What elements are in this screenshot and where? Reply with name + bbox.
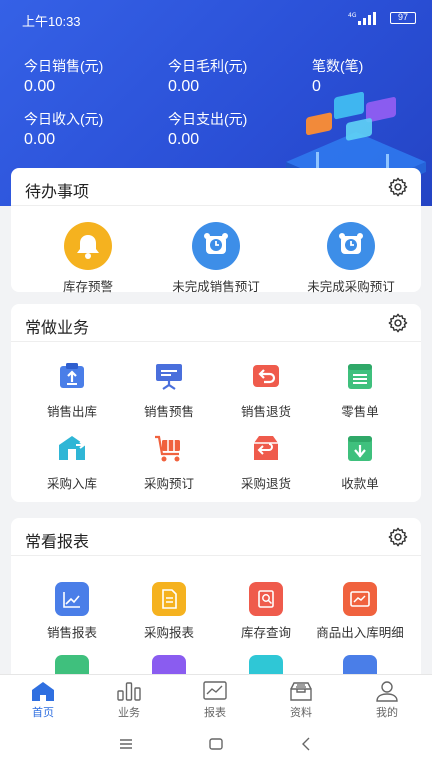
stat-value: 0.00 [168, 131, 200, 148]
business-purchase-return[interactable]: 采购退货 [226, 432, 306, 492]
alarm-clock-icon [327, 222, 375, 270]
todo-unfinished-sales-order[interactable]: 未完成销售预订 [166, 222, 266, 295]
reports-card-header: 常看报表 [11, 518, 421, 556]
report-item-label: 采购报表 [143, 626, 194, 640]
stat-today-sales[interactable]: 今日销售(元) 0.00 [24, 56, 103, 96]
battery-icon: 97 [390, 12, 416, 24]
business-item-label: 销售退货 [240, 405, 291, 419]
gear-icon[interactable] [387, 312, 409, 334]
line-chart-icon [55, 582, 89, 616]
report-icon [203, 681, 227, 700]
todo-unfinished-purchase-order[interactable]: 未完成采购预订 [296, 222, 406, 295]
stock-search-icon [249, 582, 283, 616]
home-square-icon[interactable] [208, 736, 224, 752]
cart-icon [129, 432, 209, 467]
retail-list-icon [320, 360, 400, 395]
signal-icon: 4G [348, 11, 382, 28]
receipt-icon [320, 432, 400, 467]
warehouse-in-icon [32, 432, 112, 467]
tab-label: 业务 [118, 707, 140, 719]
tab-label: 资料 [290, 707, 312, 719]
stat-count[interactable]: 笔数(笔) 0 [312, 56, 363, 96]
tab-label: 我的 [376, 707, 398, 719]
todo-stock-warning[interactable]: 库存预警 [48, 222, 128, 295]
business-item-label: 销售预售 [143, 405, 194, 419]
stat-today-expense[interactable]: 今日支出(元) 0.00 [168, 109, 247, 149]
bell-icon [64, 222, 112, 270]
tab-business[interactable]: 业务 [86, 675, 172, 723]
business-receipt[interactable]: 收款单 [320, 432, 400, 492]
status-time: 上午10:33 [22, 14, 81, 29]
stat-value: 0.00 [24, 78, 56, 95]
document-icon [152, 582, 186, 616]
outbound-icon [32, 360, 112, 395]
inbox-icon [290, 682, 312, 701]
todo-item-label: 未完成销售预订 [172, 280, 260, 294]
todo-card: 待办事项 库存预警 未完成销售预订 未完成采购预订 [11, 168, 421, 295]
tab-data[interactable]: 资料 [258, 675, 344, 723]
todo-card-title: 待办事项 [25, 184, 90, 201]
alarm-clock-icon [192, 222, 240, 270]
business-sales-return[interactable]: 销售退货 [226, 360, 306, 420]
business-retail-order[interactable]: 零售单 [320, 360, 400, 420]
tab-label: 报表 [204, 707, 226, 719]
business-item-label: 零售单 [341, 405, 379, 419]
report-item-label: 商品出入库明细 [316, 626, 404, 640]
business-item-label: 收款单 [341, 477, 379, 491]
stat-value: 0.00 [168, 78, 200, 95]
business-sales-presale[interactable]: 销售预售 [129, 360, 209, 420]
stat-label: 今日收入(元) [24, 111, 104, 127]
business-card: 常做业务 销售出库 销售预售 销售退货 零售单 采购入库 采购预订 采购退货 收… [11, 304, 421, 502]
bar-chart-icon [117, 682, 141, 701]
report-sales[interactable]: 销售报表 [32, 582, 112, 641]
reports-card-title: 常看报表 [25, 534, 90, 551]
system-navigation-bar [0, 722, 432, 768]
gear-icon[interactable] [387, 176, 409, 198]
bottom-tab-bar: 首页 业务 报表 资料 我的 [0, 674, 432, 722]
stat-today-income[interactable]: 今日收入(元) 0.00 [24, 109, 103, 149]
tab-reports[interactable]: 报表 [172, 675, 258, 723]
report-item-label: 销售报表 [46, 626, 97, 640]
menu-icon[interactable] [118, 736, 134, 752]
home-icon [32, 682, 54, 701]
report-goods-inout-detail[interactable]: 商品出入库明细 [306, 582, 414, 641]
report-purchase[interactable]: 采购报表 [129, 582, 209, 641]
business-sales-outbound[interactable]: 销售出库 [32, 360, 112, 420]
report-stock-query[interactable]: 库存查询 [226, 582, 306, 641]
stat-label: 今日销售(元) [24, 58, 104, 74]
svg-text:4G: 4G [348, 12, 357, 19]
reports-card: 常看报表 销售报表 采购报表 库存查询 商品出入库明细 [11, 518, 421, 678]
business-item-label: 采购预订 [143, 477, 194, 491]
back-icon[interactable] [298, 736, 314, 752]
user-icon [376, 681, 398, 702]
inout-detail-icon [343, 582, 377, 616]
gear-icon[interactable] [387, 526, 409, 548]
business-purchase-order[interactable]: 采购预订 [129, 432, 209, 492]
todo-card-header: 待办事项 [11, 168, 421, 206]
todo-item-label: 未完成采购预订 [307, 280, 395, 294]
stat-value: 0.00 [24, 131, 56, 148]
business-purchase-inbound[interactable]: 采购入库 [32, 432, 112, 492]
purchase-return-icon [226, 432, 306, 467]
return-box-icon [226, 360, 306, 395]
tab-mine[interactable]: 我的 [344, 675, 430, 723]
stat-label: 今日毛利(元) [168, 58, 248, 74]
report-item-label: 库存查询 [240, 626, 291, 640]
stat-today-profit[interactable]: 今日毛利(元) 0.00 [168, 56, 247, 96]
business-item-label: 采购退货 [240, 477, 291, 491]
status-bar: 上午10:33 4G 97 [0, 0, 432, 36]
business-card-title: 常做业务 [25, 320, 90, 337]
tab-label: 首页 [32, 707, 54, 719]
stat-label: 笔数(笔) [312, 58, 364, 74]
todo-item-label: 库存预警 [62, 280, 113, 294]
tab-home[interactable]: 首页 [0, 675, 86, 723]
presale-board-icon [129, 360, 209, 395]
business-card-header: 常做业务 [11, 304, 421, 342]
business-item-label: 销售出库 [46, 405, 97, 419]
business-item-label: 采购入库 [46, 477, 97, 491]
stat-label: 今日支出(元) [168, 111, 248, 127]
